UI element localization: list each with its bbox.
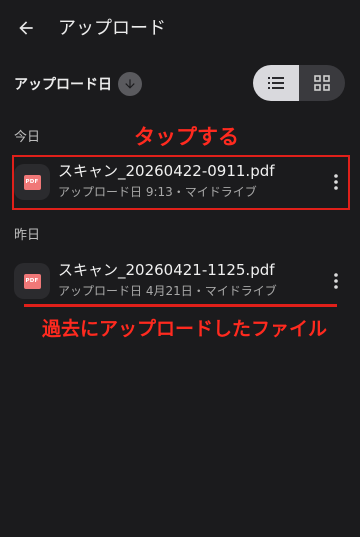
list-view-button[interactable] bbox=[253, 65, 299, 101]
annotation-tap-label: タップする bbox=[134, 125, 239, 149]
grid-view-button[interactable] bbox=[299, 65, 345, 101]
more-options-button[interactable] bbox=[322, 265, 350, 297]
grid-view-icon bbox=[314, 75, 330, 91]
arrow-down-icon bbox=[125, 79, 135, 89]
more-vert-icon bbox=[334, 273, 338, 289]
sort-button[interactable]: アップロード日 bbox=[14, 74, 112, 94]
sort-direction-button[interactable] bbox=[118, 72, 142, 96]
section-header-today: 今日 bbox=[14, 130, 41, 145]
annotation-underline bbox=[24, 304, 337, 307]
pdf-icon: PDF bbox=[23, 273, 41, 289]
section-header-yesterday: 昨日 bbox=[14, 228, 41, 243]
page-title: アップロード bbox=[58, 18, 166, 39]
file-icon: PDF bbox=[14, 263, 50, 299]
annotation-past-files-label: 過去にアップロードしたファイル bbox=[42, 318, 328, 340]
annotation-highlight-box bbox=[12, 155, 350, 210]
view-toggle bbox=[253, 65, 345, 101]
top-app-bar: アップロード bbox=[0, 0, 360, 56]
file-row[interactable]: PDF スキャン_20260421-1125.pdf アップロード日 4月21日… bbox=[0, 251, 360, 311]
list-view-icon bbox=[268, 77, 284, 89]
arrow-left-icon bbox=[19, 21, 33, 35]
back-button[interactable] bbox=[10, 12, 42, 44]
sort-bar: アップロード日 bbox=[0, 64, 360, 104]
file-name: スキャン_20260421-1125.pdf bbox=[58, 261, 275, 279]
file-meta: アップロード日 4月21日・マイドライブ bbox=[58, 284, 277, 298]
